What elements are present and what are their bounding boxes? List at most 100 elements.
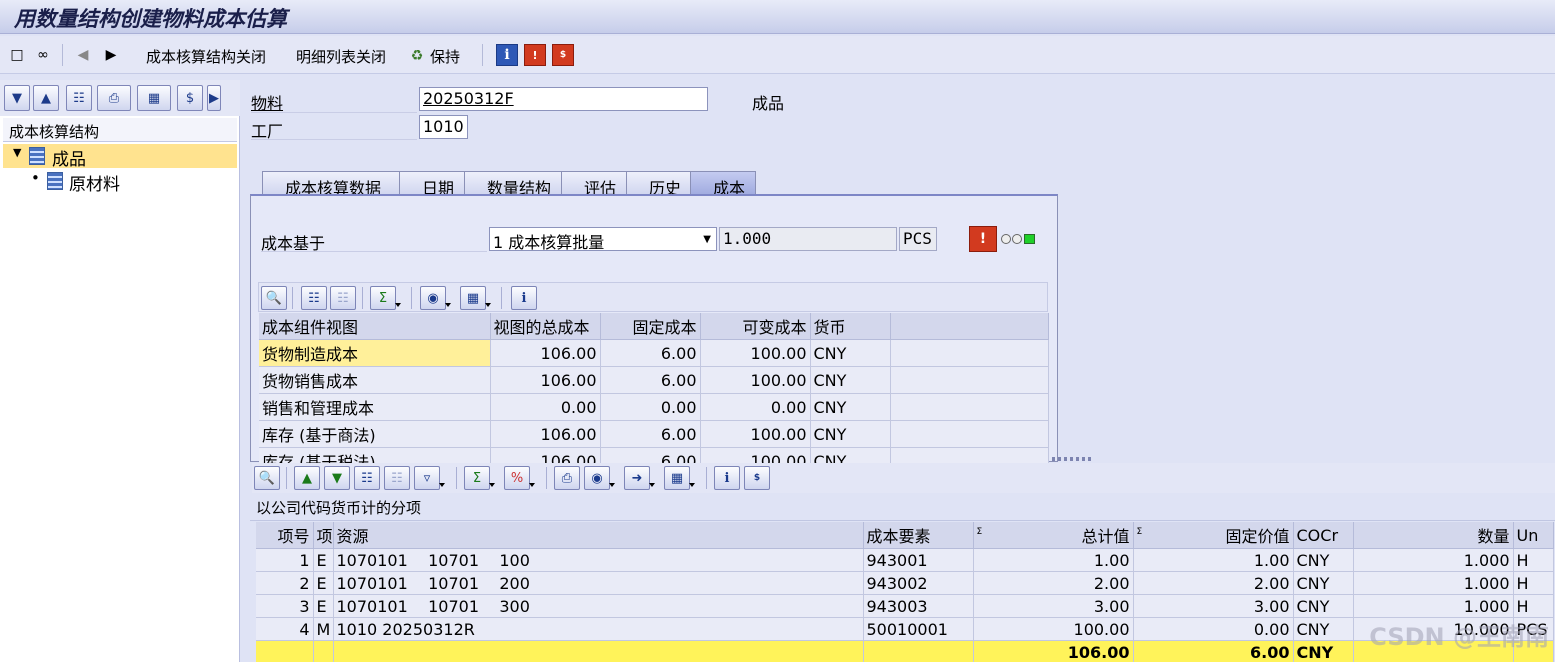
info-icon[interactable]: i	[714, 466, 740, 490]
table-row[interactable]: 库存 (基于商法) 106.00 6.00 100.00 CNY	[259, 420, 1049, 448]
variable-cost-cell: 100.00	[700, 420, 811, 448]
column-header[interactable]: 项号	[256, 522, 314, 549]
new-document-icon[interactable]: □	[6, 44, 28, 66]
info-icon[interactable]: i	[496, 44, 518, 66]
column-header[interactable]: Σ 固定价值	[1133, 522, 1294, 549]
currency-cell: CNY	[1293, 617, 1354, 641]
tree-node-label: 原材料	[69, 175, 120, 195]
material-label: 物料	[251, 94, 284, 113]
empty-column	[890, 313, 1049, 340]
tree-node-label: 成品	[52, 150, 86, 170]
views-icon[interactable]: ◉	[584, 466, 615, 490]
layout-icon[interactable]: ▦	[137, 85, 171, 111]
sum-icon[interactable]: Σ	[370, 286, 401, 310]
fixed-value-cell: 2.00	[1133, 571, 1294, 595]
layout-icon[interactable]: ▦	[664, 466, 695, 490]
column-header[interactable]: Un	[1513, 522, 1554, 549]
toolbar-separator	[292, 287, 293, 309]
fixed-value-cell: 0.00	[1133, 617, 1294, 641]
component-view-cell[interactable]: 货物销售成本	[259, 366, 491, 394]
column-header-label: 固定价值	[1225, 527, 1290, 546]
column-header[interactable]: 成本要素	[863, 522, 974, 549]
views-icon[interactable]: ◉	[420, 286, 451, 310]
grid-header-row: 成本组件视图 视图的总成本 固定成本 可变成本 货币	[259, 313, 1049, 340]
material-input[interactable]: 20250312F	[419, 87, 708, 111]
sort-ascending-icon[interactable]: ▲	[294, 466, 320, 490]
column-header[interactable]: COCr	[1293, 522, 1354, 549]
item-number-cell: 3	[256, 594, 314, 618]
component-view-cell[interactable]: 销售和管理成本	[259, 393, 491, 421]
table-row[interactable]: 4 M 1010 20250312R 50010001 100.00 0.00 …	[256, 617, 1554, 641]
layout-icon[interactable]: ▦	[460, 286, 491, 310]
details-icon[interactable]: 🔍	[261, 286, 287, 310]
resource-cell[interactable]: 1070101 10701 100	[333, 548, 864, 572]
total-value-sum-cell: 106.00	[973, 640, 1134, 662]
table-row[interactable]: 1 E 1070101 10701 100 943001 1.00 1.00 C…	[256, 548, 1554, 572]
table-row[interactable]: 销售和管理成本 0.00 0.00 0.00 CNY	[259, 393, 1049, 421]
column-header[interactable]: 资源	[333, 522, 864, 549]
tree-node-finished-product[interactable]: ▼ 成品	[3, 144, 237, 170]
total-row: 106.00 6.00 CNY	[256, 640, 1554, 662]
sort-descending-icon[interactable]: ▼	[324, 466, 350, 490]
find-icon[interactable]: ☷	[301, 286, 327, 310]
cost-basis-selected: 1 成本核算批量	[493, 233, 605, 252]
close-detail-list-button[interactable]: 明细列表关闭	[296, 46, 386, 67]
column-header[interactable]: 固定成本	[600, 313, 701, 340]
collapse-arrow-icon[interactable]: ▼	[13, 146, 21, 159]
column-header[interactable]: 视图的总成本	[490, 313, 601, 340]
dropdown-arrow-icon[interactable]: ▼	[703, 234, 711, 245]
column-header-label: 总计值	[1081, 527, 1130, 546]
find-icon[interactable]: ☷	[354, 466, 380, 490]
resource-cell[interactable]: 1070101 10701 300	[333, 594, 864, 618]
keep-button[interactable]: 保持	[430, 46, 460, 67]
sum-icon[interactable]: Σ	[464, 466, 495, 490]
item-number-cell: 4	[256, 617, 314, 641]
collapse-all-icon[interactable]: ▲	[33, 85, 59, 111]
column-header[interactable]: Σ 总计值	[973, 522, 1134, 549]
cost-basis-select[interactable]: 1 成本核算批量 ▼	[489, 227, 717, 252]
details-icon[interactable]: 🔍	[254, 466, 280, 490]
column-header[interactable]: 数量	[1353, 522, 1514, 549]
item-number-cell: 1	[256, 548, 314, 572]
table-row[interactable]: 2 E 1070101 10701 200 943002 2.00 2.00 C…	[256, 571, 1554, 595]
column-header[interactable]: 货币	[810, 313, 891, 340]
glasses-display-icon[interactable]: ∞	[32, 44, 54, 66]
next-arrow-icon[interactable]: ▶	[100, 44, 122, 66]
tree-node-raw-material[interactable]: • 原材料	[3, 169, 237, 195]
resource-cell[interactable]: 1070101 10701 200	[333, 571, 864, 595]
component-view-cell[interactable]: 货物制造成本	[259, 339, 491, 367]
close-costing-structure-button[interactable]: 成本核算结构关闭	[146, 46, 266, 67]
resource-cell[interactable]: 1010 20250312R	[333, 617, 864, 641]
costing-icon[interactable]: $	[177, 85, 203, 111]
plant-input[interactable]: 1010	[419, 115, 468, 139]
column-header[interactable]: 成本组件视图	[259, 313, 491, 340]
column-header[interactable]: 可变成本	[700, 313, 811, 340]
item-number-cell: 2	[256, 571, 314, 595]
info-icon[interactable]: i	[511, 286, 537, 310]
expand-all-icon[interactable]: ▼	[4, 85, 30, 111]
table-row[interactable]: 货物销售成本 106.00 6.00 100.00 CNY	[259, 366, 1049, 394]
previous-arrow-icon[interactable]: ◀	[72, 44, 94, 66]
quantity-cell: 1.000	[1353, 571, 1514, 595]
costing-log-icon[interactable]: $	[744, 466, 770, 490]
component-view-cell[interactable]: 库存 (基于商法)	[259, 420, 491, 448]
resize-handle[interactable]	[1052, 457, 1092, 461]
export-icon[interactable]: ➜	[624, 466, 655, 490]
find-icon[interactable]: ☷	[66, 85, 92, 111]
print-icon[interactable]: ⎙	[554, 466, 580, 490]
table-row[interactable]: 货物制造成本 106.00 6.00 100.00 CNY	[259, 339, 1049, 367]
filter-icon[interactable]: ▿	[414, 466, 445, 490]
fixed-value-sum-cell: 6.00	[1133, 640, 1294, 662]
table-row[interactable]: 3 E 1070101 10701 300 943003 3.00 3.00 C…	[256, 594, 1554, 618]
subtotal-icon[interactable]: %	[504, 466, 535, 490]
panel-splitter[interactable]	[240, 80, 248, 662]
costing-log-icon[interactable]: $	[552, 44, 574, 66]
field-underline	[261, 251, 487, 252]
column-header[interactable]: 项	[313, 522, 334, 549]
grid-header-row: 项号 项 资源 成本要素 Σ 总计值 Σ 固定价值 COCr 数量 Un	[256, 522, 1554, 549]
more-icon[interactable]: ▶	[207, 85, 221, 111]
cost-component-grid: 成本组件视图 视图的总成本 固定成本 可变成本 货币 货物制造成本 106.00…	[259, 313, 1049, 475]
messages-icon[interactable]: !	[969, 226, 997, 252]
print-icon[interactable]: ⎙	[97, 85, 131, 111]
messages-icon[interactable]: !	[524, 44, 546, 66]
